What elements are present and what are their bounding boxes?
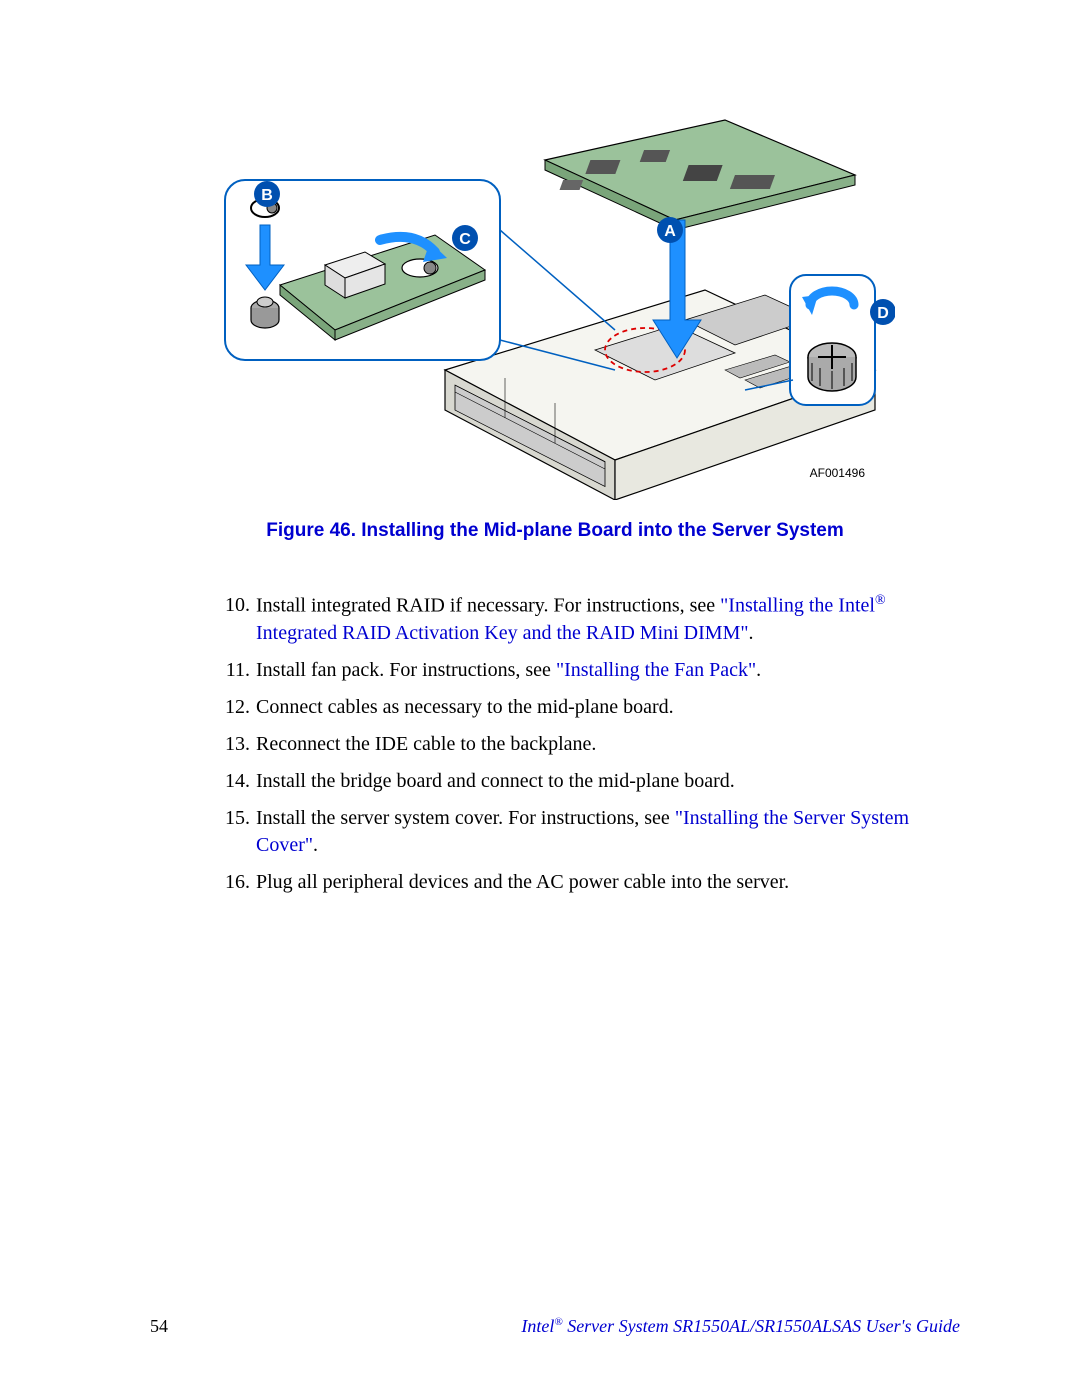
step-number: 10. [210,592,256,647]
step-text-fragment: Plug all peripheral devices and the AC p… [256,871,789,893]
steps-list: 10.Install integrated RAID if necessary.… [150,592,960,896]
step-text: Install the server system cover. For ins… [256,805,960,859]
step-item: 10.Install integrated RAID if necessary.… [210,592,960,647]
step-text: Reconnect the IDE cable to the backplane… [256,731,960,758]
midplane-install-diagram: A C [215,100,895,500]
step-text-fragment: . [749,622,754,644]
step-text: Install integrated RAID if necessary. Fo… [256,592,960,647]
step-number: 15. [210,805,256,859]
footer-title-post: Server System SR1550AL/SR1550ALSAS User'… [563,1316,960,1336]
step-number: 12. [210,694,256,721]
footer-title-pre: Intel [521,1316,554,1336]
step-item: 15.Install the server system cover. For … [210,805,960,859]
step-text-fragment: Install fan pack. For instructions, see [256,659,556,681]
cross-reference-link[interactable]: "Installing the Intel [720,595,875,617]
callout-a-label: A [664,223,676,240]
step-number: 14. [210,768,256,795]
step-number: 13. [210,731,256,758]
footer-title: Intel® Server System SR1550AL/SR1550ALSA… [521,1316,960,1337]
step-text-fragment: Install the bridge board and connect to … [256,770,735,792]
cross-reference-link[interactable]: ® [875,593,886,608]
cross-reference-link[interactable]: "Installing the Fan Pack" [556,659,756,681]
step-item: 11.Install fan pack. For instructions, s… [210,657,960,684]
callout-b-label: B [261,187,273,204]
figure-caption: Figure 46. Installing the Mid-plane Boar… [150,520,960,542]
callout-c-label: C [459,231,471,248]
figure-46: A C [215,100,895,500]
step-item: 12.Connect cables as necessary to the mi… [210,694,960,721]
step-text-fragment: . [313,834,318,856]
step-item: 14.Install the bridge board and connect … [210,768,960,795]
step-text-fragment: Install the server system cover. For ins… [256,807,675,829]
step-text-fragment: . [756,659,761,681]
step-item: 16.Plug all peripheral devices and the A… [210,869,960,896]
step-text: Connect cables as necessary to the mid-p… [256,694,960,721]
step-text-fragment: Reconnect the IDE cable to the backplane… [256,733,596,755]
step-item: 13.Reconnect the IDE cable to the backpl… [210,731,960,758]
figure-id-label: AF001496 [810,466,865,480]
step-number: 16. [210,869,256,896]
page-number: 54 [150,1316,168,1337]
footer-title-reg: ® [554,1316,562,1328]
step-text-fragment: Connect cables as necessary to the mid-p… [256,696,674,718]
callout-d-label: D [877,305,889,322]
step-number: 11. [210,657,256,684]
page-footer: 54 Intel® Server System SR1550AL/SR1550A… [150,1316,960,1337]
cross-reference-link[interactable]: Integrated RAID Activation Key and the R… [256,622,749,644]
step-text: Install the bridge board and connect to … [256,768,960,795]
step-text-fragment: Install integrated RAID if necessary. Fo… [256,595,720,617]
step-text: Plug all peripheral devices and the AC p… [256,869,960,896]
step-text: Install fan pack. For instructions, see … [256,657,960,684]
document-page: A C [0,0,1080,1397]
